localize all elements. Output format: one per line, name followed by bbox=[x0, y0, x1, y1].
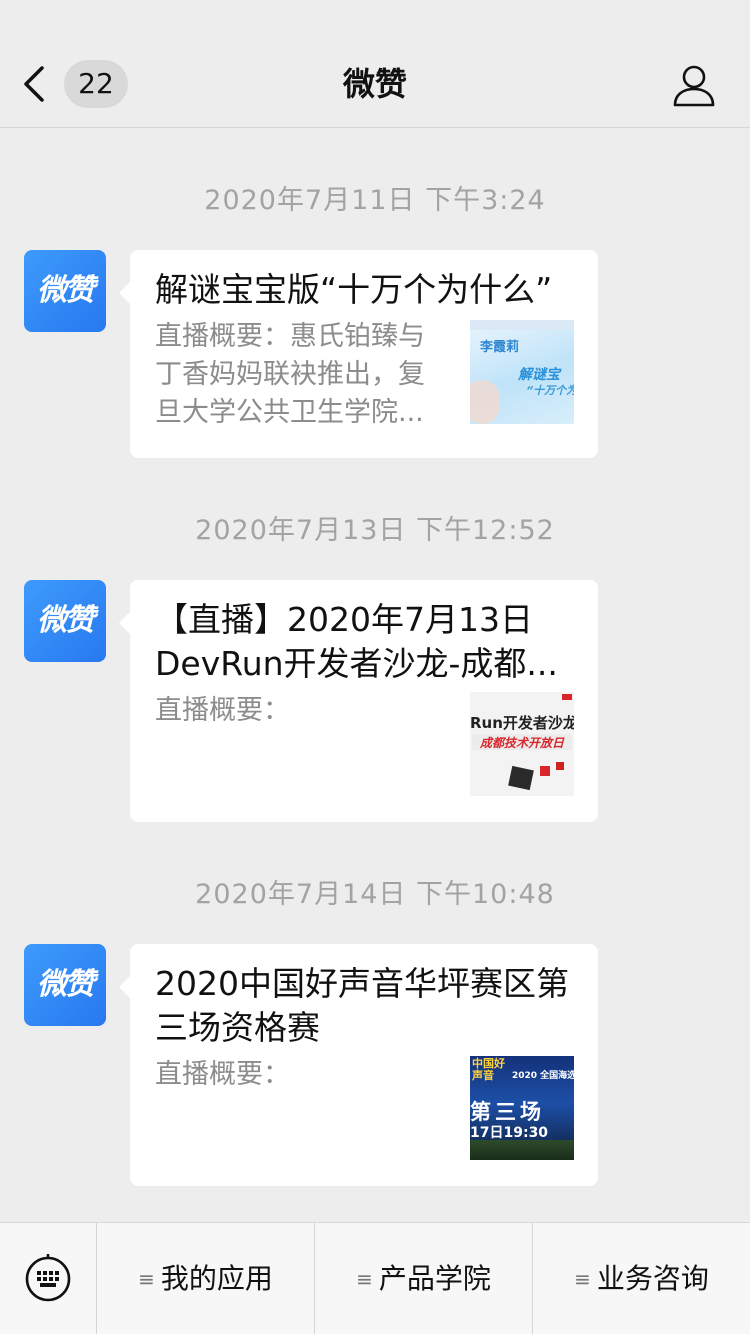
official-account-avatar[interactable]: 微赞 bbox=[24, 944, 106, 1026]
person-icon bbox=[672, 65, 716, 112]
official-account-avatar[interactable]: 微赞 bbox=[24, 580, 106, 662]
article-card[interactable]: 解谜宝宝版“十万个为什么” 直播概要：惠氏铂臻与丁香妈妈联袂推出，复旦大学公共卫… bbox=[119, 250, 598, 458]
message-timestamp: 2020年7月13日 下午12:52 bbox=[195, 515, 555, 546]
page-title: 微赞 bbox=[342, 65, 407, 103]
menu-label: 业务咨询 bbox=[596, 1262, 709, 1295]
menu-product-academy[interactable]: ≡ 产品学院 bbox=[314, 1223, 532, 1334]
menu-business-consult[interactable]: ≡ 业务咨询 bbox=[532, 1223, 750, 1334]
status-bar bbox=[0, 0, 750, 40]
custom-menu-bar: ≡ 我的应用 ≡ 产品学院 ≡ 业务咨询 bbox=[0, 1222, 750, 1334]
article-summary: 直播概要： bbox=[155, 695, 290, 726]
article-summary: 直播概要：惠氏铂臻与丁香妈妈联袂推出，复旦大学公共卫生学院... bbox=[155, 321, 425, 428]
article-title: 【直播】2020年7月13日DevRun开发者沙龙-成都... bbox=[155, 600, 558, 683]
menu-label: 产品学院 bbox=[378, 1262, 491, 1295]
keyboard-toggle-button[interactable] bbox=[0, 1223, 96, 1334]
article-card[interactable]: 【直播】2020年7月13日DevRun开发者沙龙-成都... 直播概要： Ru… bbox=[119, 580, 598, 822]
article-card[interactable]: 2020中国好声音华坪赛区第三场资格赛 直播概要： 中国好声音 2020 全国海… bbox=[119, 944, 598, 1186]
navigation-bar: 22 微赞 bbox=[0, 40, 750, 128]
message-timestamp: 2020年7月14日 下午10:48 bbox=[195, 879, 555, 910]
article-thumbnail: 李霞莉 解谜宝 “十万个为 bbox=[470, 320, 574, 424]
article-title: 2020中国好声音华坪赛区第三场资格赛 bbox=[155, 964, 569, 1047]
message-timestamp: 2020年7月11日 下午3:24 bbox=[204, 185, 546, 216]
article-thumbnail: Run开发者沙龙 成都技术开放日 bbox=[470, 692, 574, 796]
profile-button[interactable] bbox=[672, 64, 716, 108]
article-summary: 直播概要： bbox=[155, 1059, 290, 1090]
menu-list-icon: ≡ bbox=[574, 1267, 591, 1291]
menu-my-apps[interactable]: ≡ 我的应用 bbox=[96, 1223, 314, 1334]
menu-label: 我的应用 bbox=[160, 1262, 273, 1295]
menu-list-icon: ≡ bbox=[356, 1267, 373, 1291]
article-title: 解谜宝宝版“十万个为什么” bbox=[155, 270, 553, 309]
article-thumbnail: 中国好声音 2020 全国海选·华坪 第三场 17日19:30 bbox=[470, 1056, 574, 1160]
menu-list-icon: ≡ bbox=[138, 1267, 155, 1291]
official-account-avatar[interactable]: 微赞 bbox=[24, 250, 106, 332]
